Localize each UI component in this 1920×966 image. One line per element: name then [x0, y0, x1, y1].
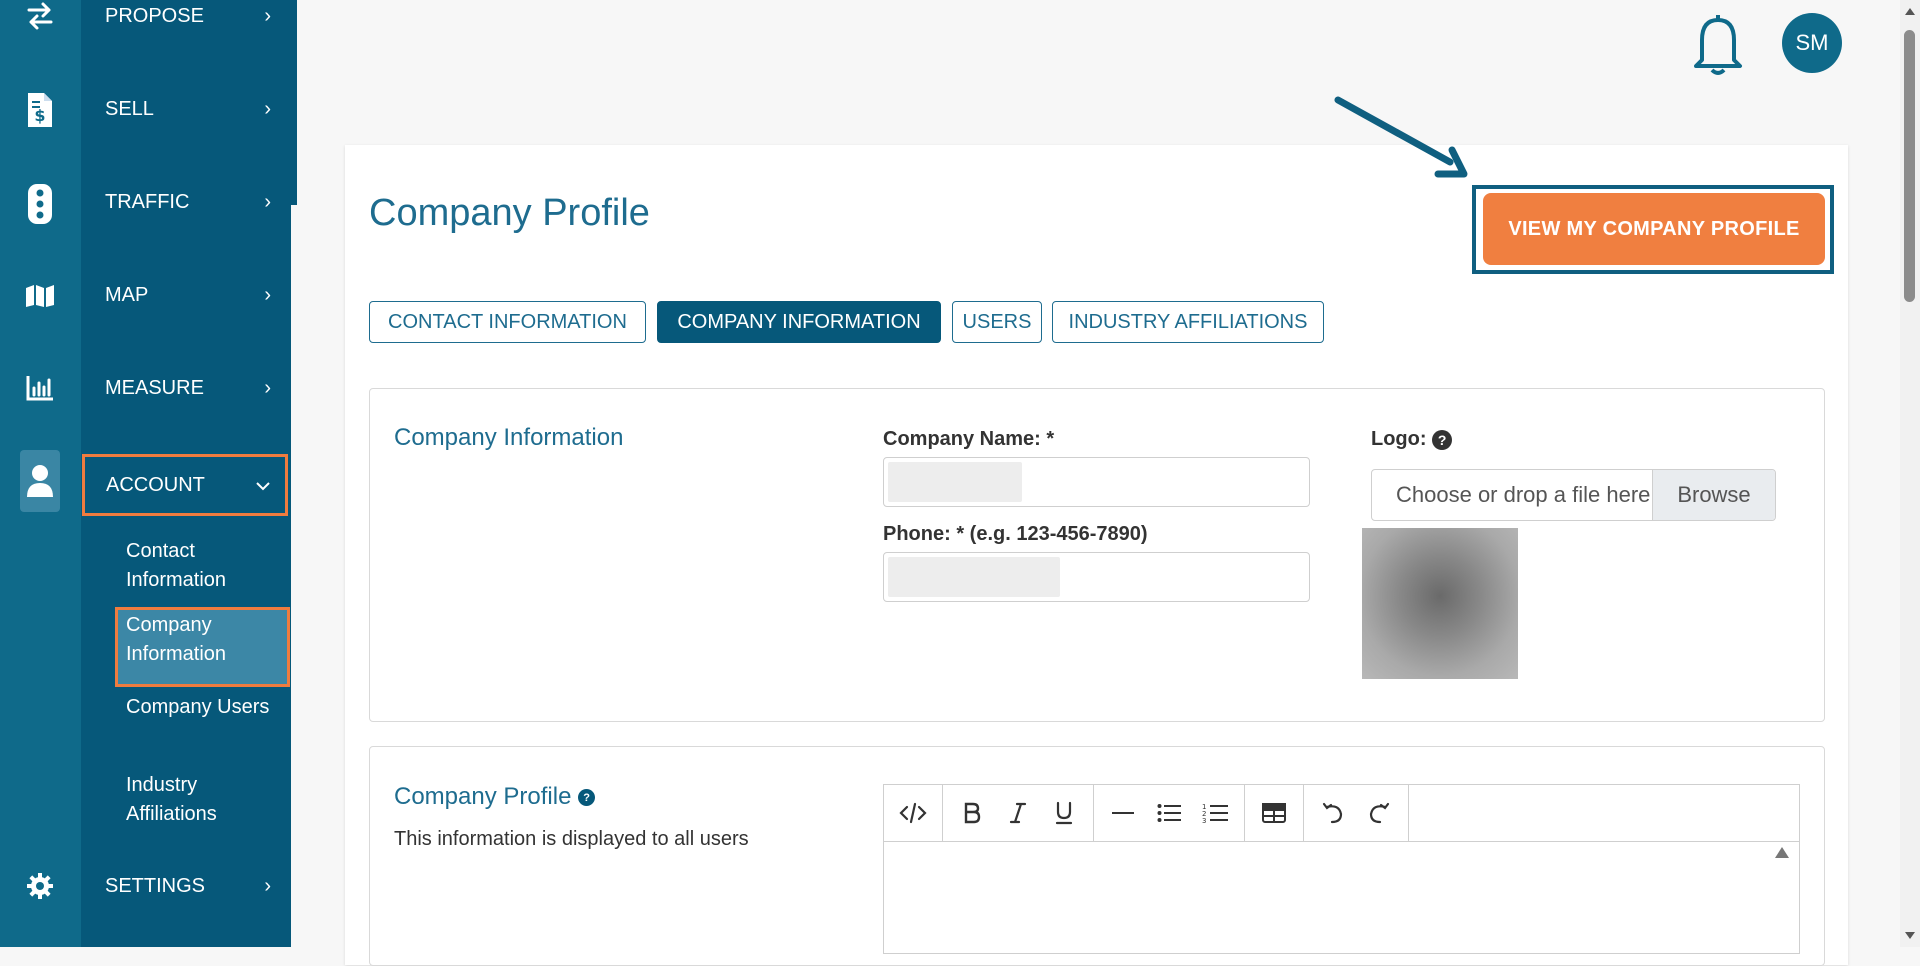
sidebar-sub-company-information[interactable]: Company Information	[115, 607, 290, 687]
numbered-list-icon[interactable]: 123	[1192, 790, 1238, 836]
sidebar-item-sell[interactable]: SELL ›	[81, 79, 291, 139]
file-placeholder: Choose or drop a file here	[1396, 482, 1651, 507]
sidebar-item-label: MEASURE	[105, 376, 204, 399]
table-icon[interactable]	[1251, 790, 1297, 836]
logo-preview-image	[1362, 528, 1518, 679]
logo-file-input[interactable]: Choose or drop a file here Browse	[1371, 469, 1776, 521]
sidebar-item-measure[interactable]: MEASURE ›	[81, 358, 291, 418]
sidebar-item-settings[interactable]: SETTINGS ›	[81, 856, 291, 916]
horizontal-rule-icon[interactable]	[1100, 790, 1146, 836]
map-icon[interactable]	[18, 274, 62, 318]
sidebar-item-account[interactable]: ACCOUNT	[82, 454, 288, 516]
tab-industry-affiliations[interactable]: INDUSTRY AFFILIATIONS	[1052, 301, 1324, 343]
toolbar-group-code	[884, 785, 943, 841]
company-profile-heading: Company Profile ?	[394, 783, 596, 811]
chevron-right-icon: ›	[264, 4, 271, 27]
phone-label: Phone: * (e.g. 123-456-7890)	[883, 523, 1148, 545]
invoice-dollar-icon[interactable]: $	[18, 88, 62, 132]
sidebar-item-label: MAP	[105, 283, 149, 306]
editor-toolbar: 123	[884, 785, 1799, 842]
view-my-company-profile-button[interactable]: VIEW MY COMPANY PROFILE	[1483, 193, 1825, 265]
help-icon[interactable]: ?	[578, 789, 596, 807]
user-icon[interactable]	[20, 450, 60, 512]
company-information-heading: Company Information	[394, 424, 624, 451]
page-scrollbar[interactable]	[1900, 0, 1920, 947]
toolbar-group-table	[1245, 785, 1304, 841]
tab-company-information[interactable]: COMPANY INFORMATION	[657, 301, 941, 343]
chevron-right-icon: ›	[264, 97, 271, 120]
traffic-light-icon[interactable]	[18, 182, 62, 226]
sidebar-item-map[interactable]: MAP ›	[81, 265, 291, 325]
svg-text:3: 3	[1202, 817, 1206, 824]
sidebar-sub-contact-information[interactable]: Contact Information	[115, 533, 290, 599]
bell-icon[interactable]	[1690, 10, 1746, 78]
rich-text-editor[interactable]: 123	[883, 784, 1800, 954]
help-icon[interactable]: ?	[1432, 429, 1453, 450]
toolbar-group-history	[1304, 785, 1409, 841]
bar-chart-icon[interactable]	[18, 366, 62, 410]
swap-arrows-icon[interactable]	[18, 0, 62, 38]
editor-scroll-up-icon[interactable]	[1775, 847, 1789, 858]
underline-icon[interactable]	[1041, 790, 1087, 836]
bold-icon[interactable]	[949, 790, 995, 836]
scrollbar-thumb[interactable]	[1904, 30, 1915, 302]
company-name-label: Company Name: *	[883, 428, 1055, 450]
sidebar-item-label: SELL	[105, 97, 154, 120]
scroll-up-icon[interactable]	[1905, 8, 1915, 15]
redacted-value	[888, 462, 1022, 502]
company-name-input[interactable]	[883, 457, 1310, 507]
page-title: Company Profile	[369, 192, 650, 234]
arrow-annotation-icon	[1330, 92, 1470, 182]
browse-button[interactable]: Browse	[1652, 470, 1775, 520]
phone-input[interactable]	[883, 552, 1310, 602]
sidebar-item-label: PROPOSE	[105, 4, 204, 27]
sidebar-item-label: TRAFFIC	[105, 190, 190, 213]
toolbar-group-format	[943, 785, 1094, 841]
sidebar-item-propose[interactable]: PROPOSE ›	[81, 0, 291, 46]
chevron-right-icon: ›	[264, 874, 271, 897]
sidebar-sub-industry-affiliations[interactable]: Industry Affiliations	[115, 767, 290, 833]
toolbar-group-insert: 123	[1094, 785, 1245, 841]
sidebar-sub-company-users[interactable]: Company Users	[115, 689, 290, 726]
gear-icon[interactable]	[18, 864, 62, 908]
chevron-right-icon: ›	[264, 376, 271, 399]
sidebar-item-traffic[interactable]: TRAFFIC ›	[81, 172, 291, 232]
redacted-value	[888, 557, 1060, 597]
company-profile-heading-text: Company Profile	[394, 783, 572, 810]
undo-icon[interactable]	[1310, 790, 1356, 836]
chevron-right-icon: ›	[264, 190, 271, 213]
redo-icon[interactable]	[1356, 790, 1402, 836]
sidebar-item-label: SETTINGS	[105, 874, 206, 897]
svg-text:$: $	[34, 106, 45, 125]
tab-users[interactable]: USERS	[952, 301, 1042, 343]
avatar[interactable]: SM	[1782, 13, 1842, 73]
company-profile-description: This information is displayed to all use…	[394, 828, 749, 850]
logo-label: Logo: ?	[1371, 428, 1453, 451]
sidebar-item-label: ACCOUNT	[106, 473, 205, 496]
chevron-down-icon	[256, 474, 270, 497]
scroll-down-icon[interactable]	[1905, 932, 1915, 939]
sidebar-menu-edge	[291, 0, 297, 205]
italic-icon[interactable]	[995, 790, 1041, 836]
bulleted-list-icon[interactable]	[1146, 790, 1192, 836]
code-view-icon[interactable]	[890, 790, 936, 836]
tab-contact-information[interactable]: CONTACT INFORMATION	[369, 301, 646, 343]
logo-label-text: Logo:	[1371, 428, 1427, 450]
chevron-right-icon: ›	[264, 283, 271, 306]
